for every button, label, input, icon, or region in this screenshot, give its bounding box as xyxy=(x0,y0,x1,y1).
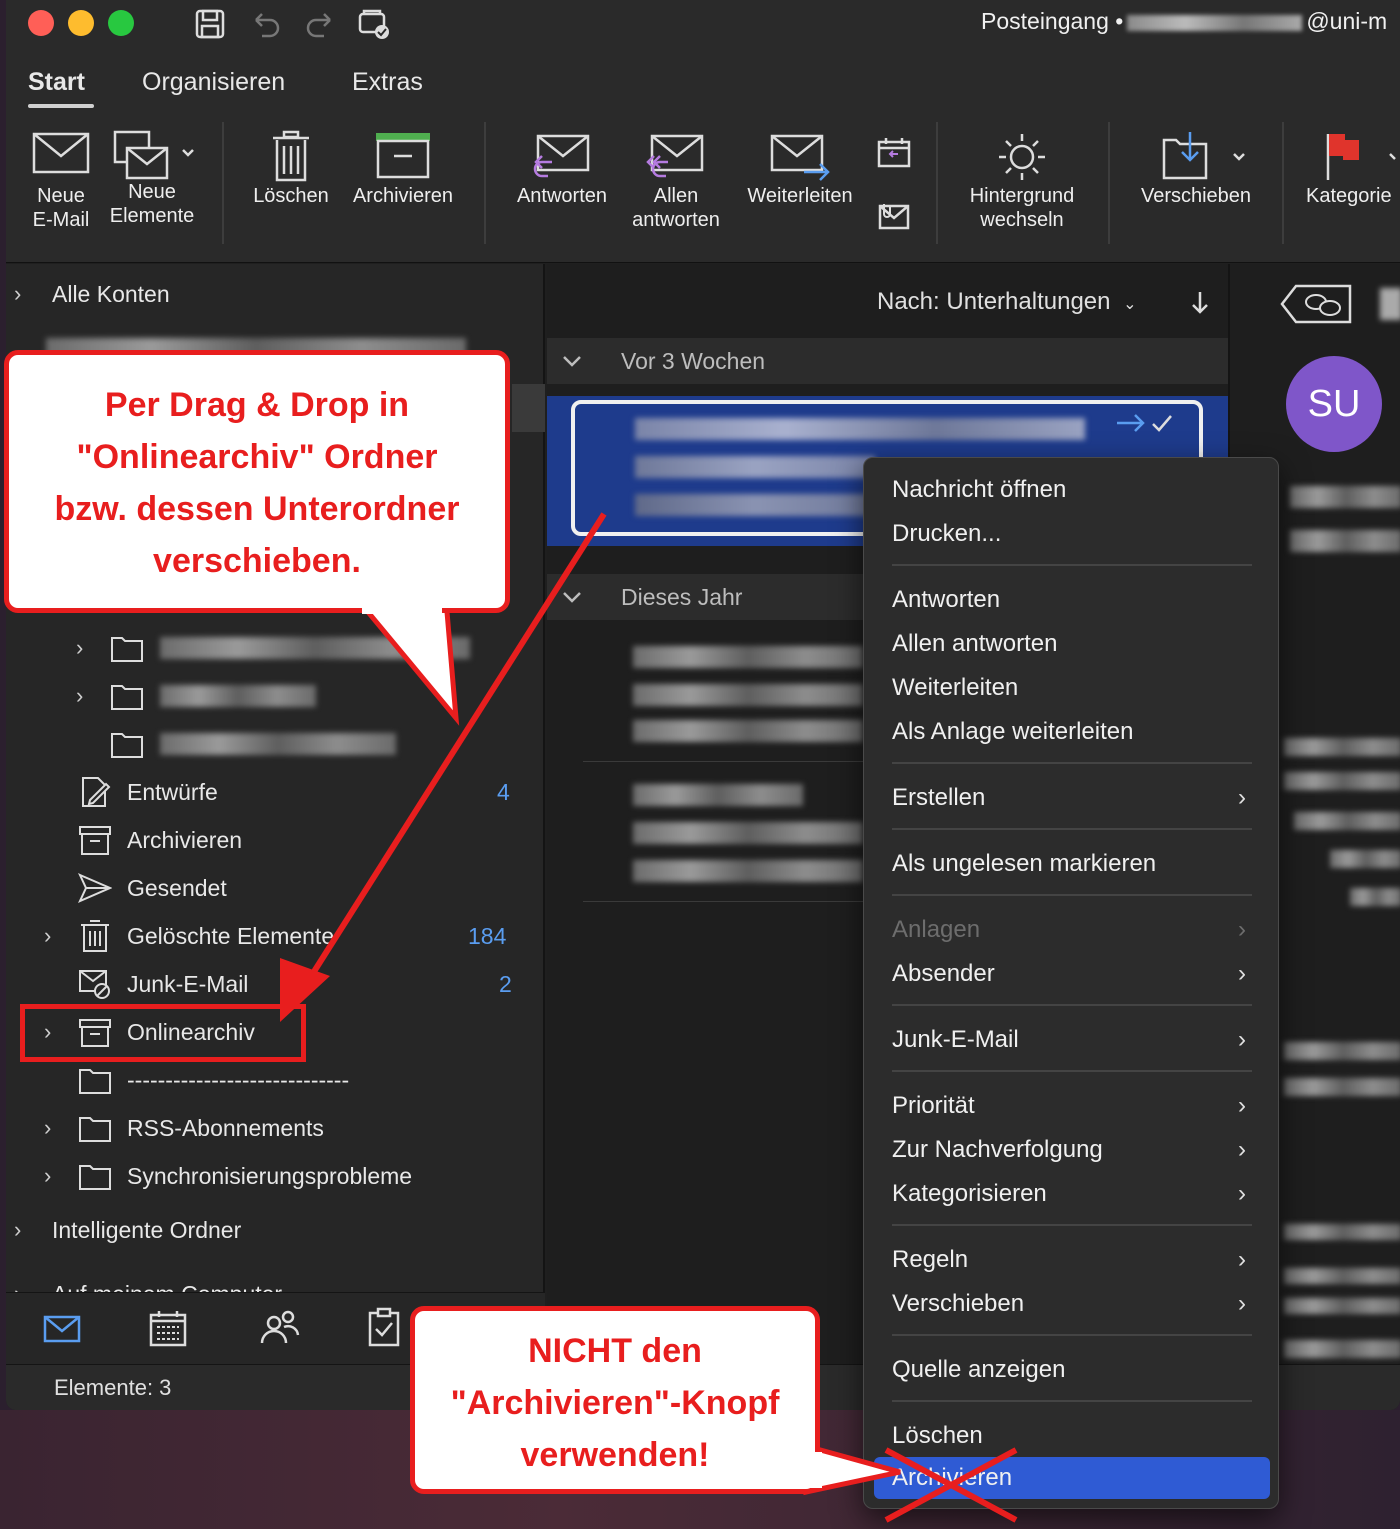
callout-tail-mask xyxy=(808,1452,822,1488)
callout-text-line: "Archivieren"-Knopf xyxy=(450,1384,780,1422)
callout-text-line: Per Drag & Drop in xyxy=(104,386,410,424)
callout-text-line: bzw. dessen Unterordner xyxy=(54,490,460,528)
callout-text-line: "Onlinearchiv" Ordner xyxy=(76,438,438,476)
callout-text-line: verwenden! xyxy=(520,1436,710,1474)
annotation-overlay xyxy=(280,512,1018,1523)
callout-text-line: NICHT den xyxy=(528,1332,702,1370)
callout-text-line: verschieben. xyxy=(153,542,361,580)
callout-drag-drop: Per Drag & Drop in "Onlinearchiv" Ordner… xyxy=(4,350,510,613)
callout-not-archive: NICHT den "Archivieren"-Knopf verwenden! xyxy=(410,1306,820,1494)
callout-tail-mask xyxy=(362,604,442,614)
